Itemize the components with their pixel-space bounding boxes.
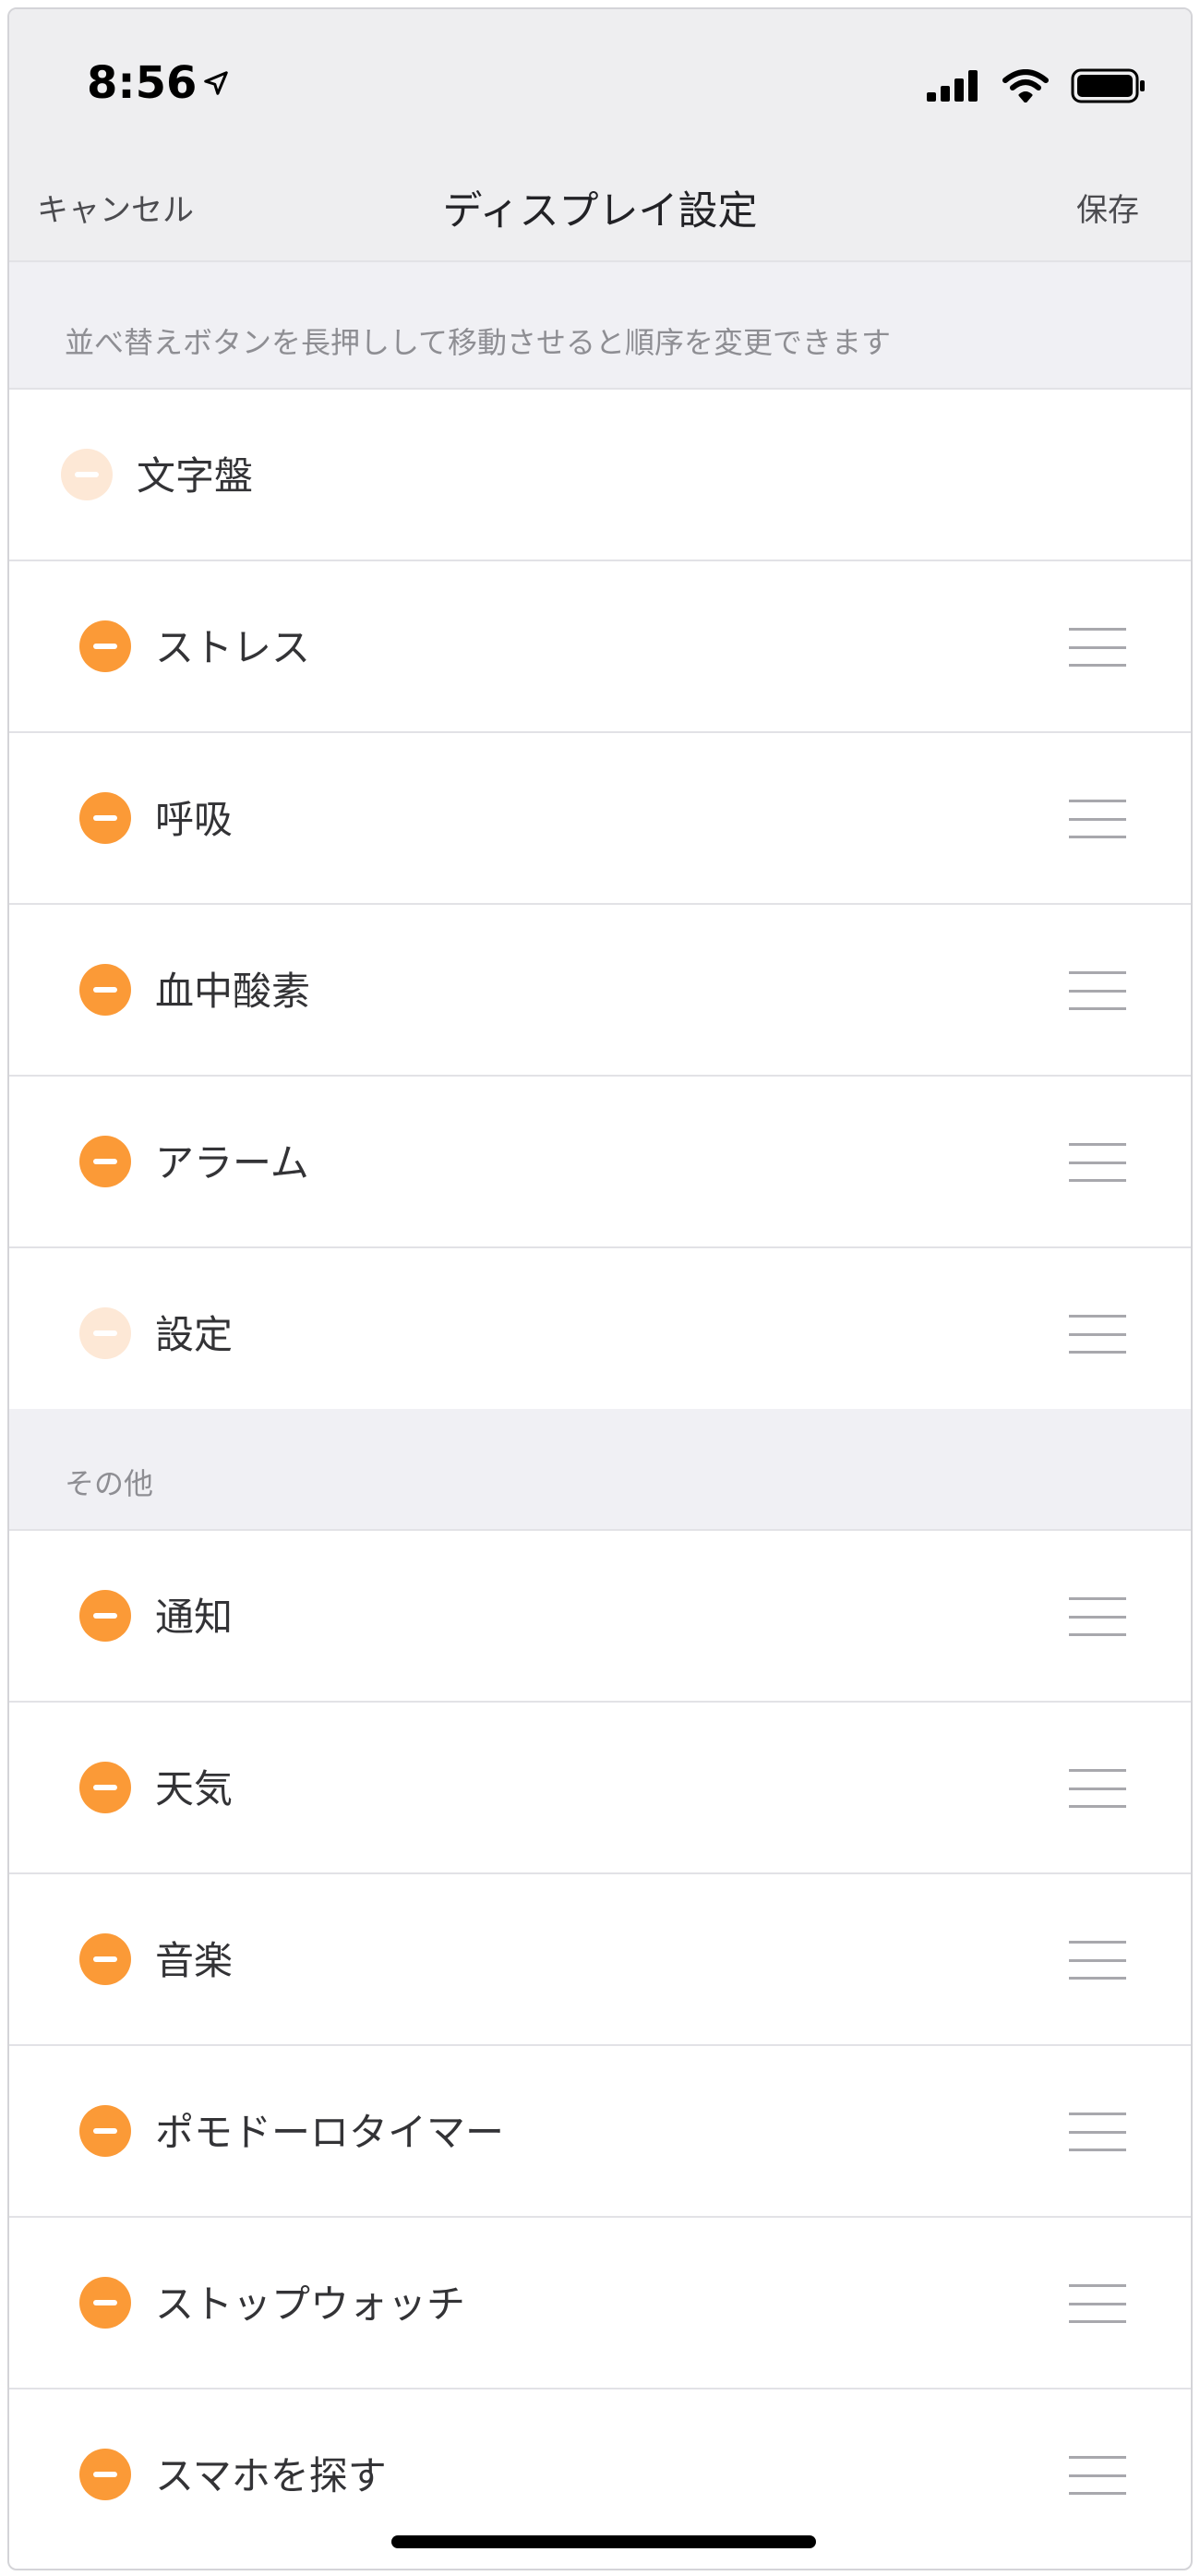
list-item[interactable]: ストレス <box>9 560 1191 731</box>
list-item[interactable]: ストップウォッチ <box>9 2216 1191 2388</box>
reorder-handle-icon[interactable] <box>1069 2284 1126 2323</box>
wifi-icon <box>1002 69 1049 102</box>
remove-icon <box>79 1307 131 1359</box>
list-item-label: 血中酸素 <box>155 969 311 1014</box>
remove-icon[interactable] <box>79 2277 131 2329</box>
list-item-label: アラーム <box>155 1140 309 1186</box>
list-item-label: ストレス <box>155 625 311 670</box>
reorder-handle-icon[interactable] <box>1069 1597 1126 1636</box>
battery-icon <box>1071 68 1145 103</box>
reorder-handle-icon[interactable] <box>1069 2456 1126 2495</box>
other-section-header: その他 <box>9 1409 1191 1529</box>
reorder-handle-icon[interactable] <box>1069 971 1126 1010</box>
remove-icon[interactable] <box>79 620 131 672</box>
reorder-handle-icon[interactable] <box>1069 628 1126 667</box>
reorder-handle-icon[interactable] <box>1069 1941 1126 1980</box>
save-button[interactable]: 保存 <box>1076 185 1139 230</box>
hint-section-header: 並べ替えボタンを長押しして移動させると順序を変更できます <box>9 260 1191 388</box>
cellular-signal-icon <box>927 70 978 102</box>
reorder-handle-icon[interactable] <box>1069 1769 1126 1808</box>
list-item[interactable]: スマホを探す <box>9 2388 1191 2559</box>
list-item-label: 通知 <box>155 1595 234 1640</box>
remove-icon[interactable] <box>79 2105 131 2157</box>
remove-icon[interactable] <box>79 1933 131 1985</box>
remove-icon[interactable] <box>79 964 131 1016</box>
hint-text: 並べ替えボタンを長押しして移動させると順序を変更できます <box>65 325 892 360</box>
status-time-text: 8:56 <box>87 57 198 109</box>
list-item[interactable]: 文字盤 <box>9 388 1191 560</box>
phone-screen: 8:56 キャンセル ディスプレイ設定 保存 並べ替えボタンを長押しして移動させ… <box>7 7 1193 2570</box>
remove-icon[interactable] <box>79 1762 131 1813</box>
list-item[interactable]: 通知 <box>9 1529 1191 1701</box>
header-area: 8:56 キャンセル ディスプレイ設定 保存 <box>9 9 1191 260</box>
reorder-handle-icon[interactable] <box>1069 800 1126 838</box>
location-arrow-icon <box>204 71 229 95</box>
list-item-label: 設定 <box>155 1312 234 1357</box>
list-item-label: ポモドーロタイマー <box>155 2110 505 2155</box>
remove-icon[interactable] <box>79 792 131 844</box>
list-item-label: ストップウォッチ <box>155 2281 466 2327</box>
list-item-label: 天気 <box>155 1766 234 1812</box>
remove-icon[interactable] <box>79 1136 131 1187</box>
remove-icon[interactable] <box>79 2449 131 2500</box>
home-indicator <box>391 2535 816 2548</box>
list-item-label: 呼吸 <box>155 797 234 842</box>
status-icons <box>927 68 1146 103</box>
list-item[interactable]: ポモドーロタイマー <box>9 2044 1191 2216</box>
remove-icon <box>61 449 113 500</box>
list-item[interactable]: 天気 <box>9 1701 1191 1872</box>
remove-icon[interactable] <box>79 1590 131 1642</box>
list-item-label: 音楽 <box>155 1938 234 1983</box>
list-item-label: 文字盤 <box>137 453 254 499</box>
list-item[interactable]: アラーム <box>9 1075 1191 1246</box>
reorder-handle-icon[interactable] <box>1069 2113 1126 2151</box>
reorder-handle-icon[interactable] <box>1069 1315 1126 1354</box>
list-item[interactable]: 血中酸素 <box>9 903 1191 1075</box>
list-item[interactable]: 音楽 <box>9 1872 1191 2044</box>
status-time: 8:56 <box>87 57 230 109</box>
list-item[interactable]: 設定 <box>9 1246 1191 1418</box>
list-item-label: スマホを探す <box>155 2453 387 2498</box>
other-section-title: その他 <box>65 1466 154 1501</box>
page-title: ディスプレイ設定 <box>442 188 758 235</box>
reorder-handle-icon[interactable] <box>1069 1143 1126 1182</box>
list-item[interactable]: 呼吸 <box>9 731 1191 903</box>
